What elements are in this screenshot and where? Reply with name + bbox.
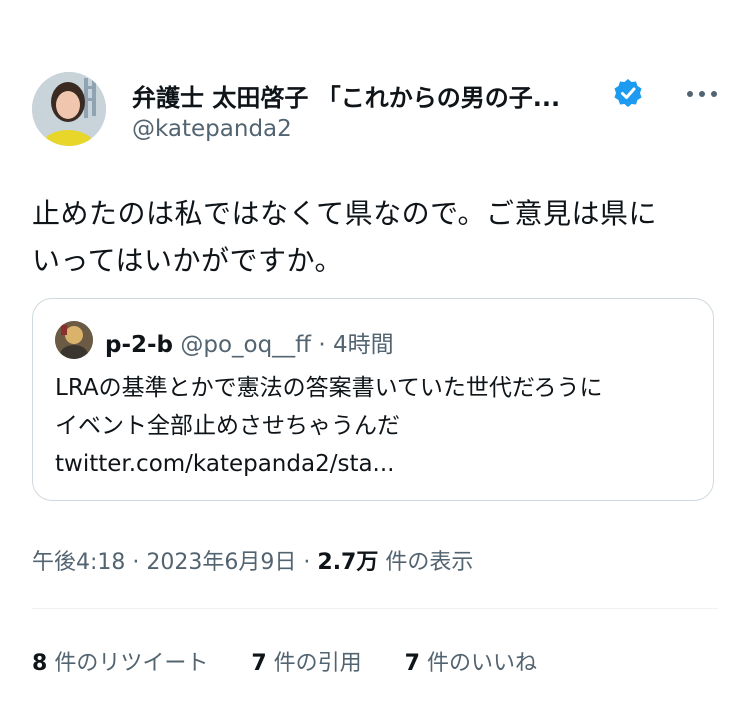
quote-author-name: p-2-b [105,332,174,358]
avatar-photo [32,72,106,146]
tweet-text-line: 止めたのは私ではなくて県なので。ご意見は県に [32,197,658,230]
quote-text-line: イベント全部止めさせちゃうんだ [55,413,400,439]
quote-text: LRAの基準とかで憲法の答案書いていた世代だろうに イベント全部止めさせちゃうん… [55,369,695,483]
likes-count: 7 [404,651,420,676]
quotes-label: 件の引用 [273,651,362,676]
likes-label: 件のいいね [426,651,537,676]
quote-link[interactable]: twitter.com/katepanda2/sta... [55,445,695,483]
ellipsis-icon [687,91,717,97]
quotes-stat[interactable]: 7 件の引用 [251,645,361,677]
likes-stat[interactable]: 7 件のいいね [405,645,537,677]
author-handle[interactable]: @katepanda2 [132,116,292,142]
tweet-header: 弁護士 太田啓子 「これからの男の子... @katepanda2 [32,72,722,152]
avatar-photo [55,321,93,359]
quote-meta: p-2-b @po_oq__ff · 4時間 [105,325,394,359]
tweet-timestamp-row: 午後4:18 · 2023年6月9日 · 2.7万 件の表示 [32,544,473,576]
quotes-count: 7 [251,651,267,676]
divider [32,608,718,609]
quote-author-handle: @po_oq__ff [180,332,312,358]
views-count: 2.7万 [317,550,379,575]
engagement-stats: 8 件のリツイート 7 件の引用 7 件のいいね [32,645,573,677]
quote-text-line: LRAの基準とかで憲法の答案書いていた世代だろうに [55,375,603,401]
retweets-stat[interactable]: 8 件のリツイート [32,645,208,677]
quote-author-avatar [55,321,93,359]
more-options-button[interactable] [680,74,724,114]
tweet-text: 止めたのは私ではなくて県なので。ご意見は県に いってはいかがですか。 [32,190,722,284]
author-name[interactable]: 弁護士 太田啓子 「これからの男の子... [132,78,560,113]
views-label: 件の表示 [385,550,474,575]
separator: · [318,332,326,358]
separator: · [303,550,311,575]
quoted-tweet[interactable]: p-2-b @po_oq__ff · 4時間 LRAの基準とかで憲法の答案書いて… [32,298,714,501]
separator: · [132,550,140,575]
verified-badge-icon [612,77,644,109]
retweets-count: 8 [32,651,48,676]
tweet-date[interactable]: 2023年6月9日 [146,550,296,575]
quote-time: 4時間 [332,332,394,358]
retweets-label: 件のリツイート [54,651,209,676]
author-avatar[interactable] [32,72,106,146]
tweet-time[interactable]: 午後4:18 [32,550,125,575]
tweet-text-line: いってはいかがですか。 [32,244,343,277]
